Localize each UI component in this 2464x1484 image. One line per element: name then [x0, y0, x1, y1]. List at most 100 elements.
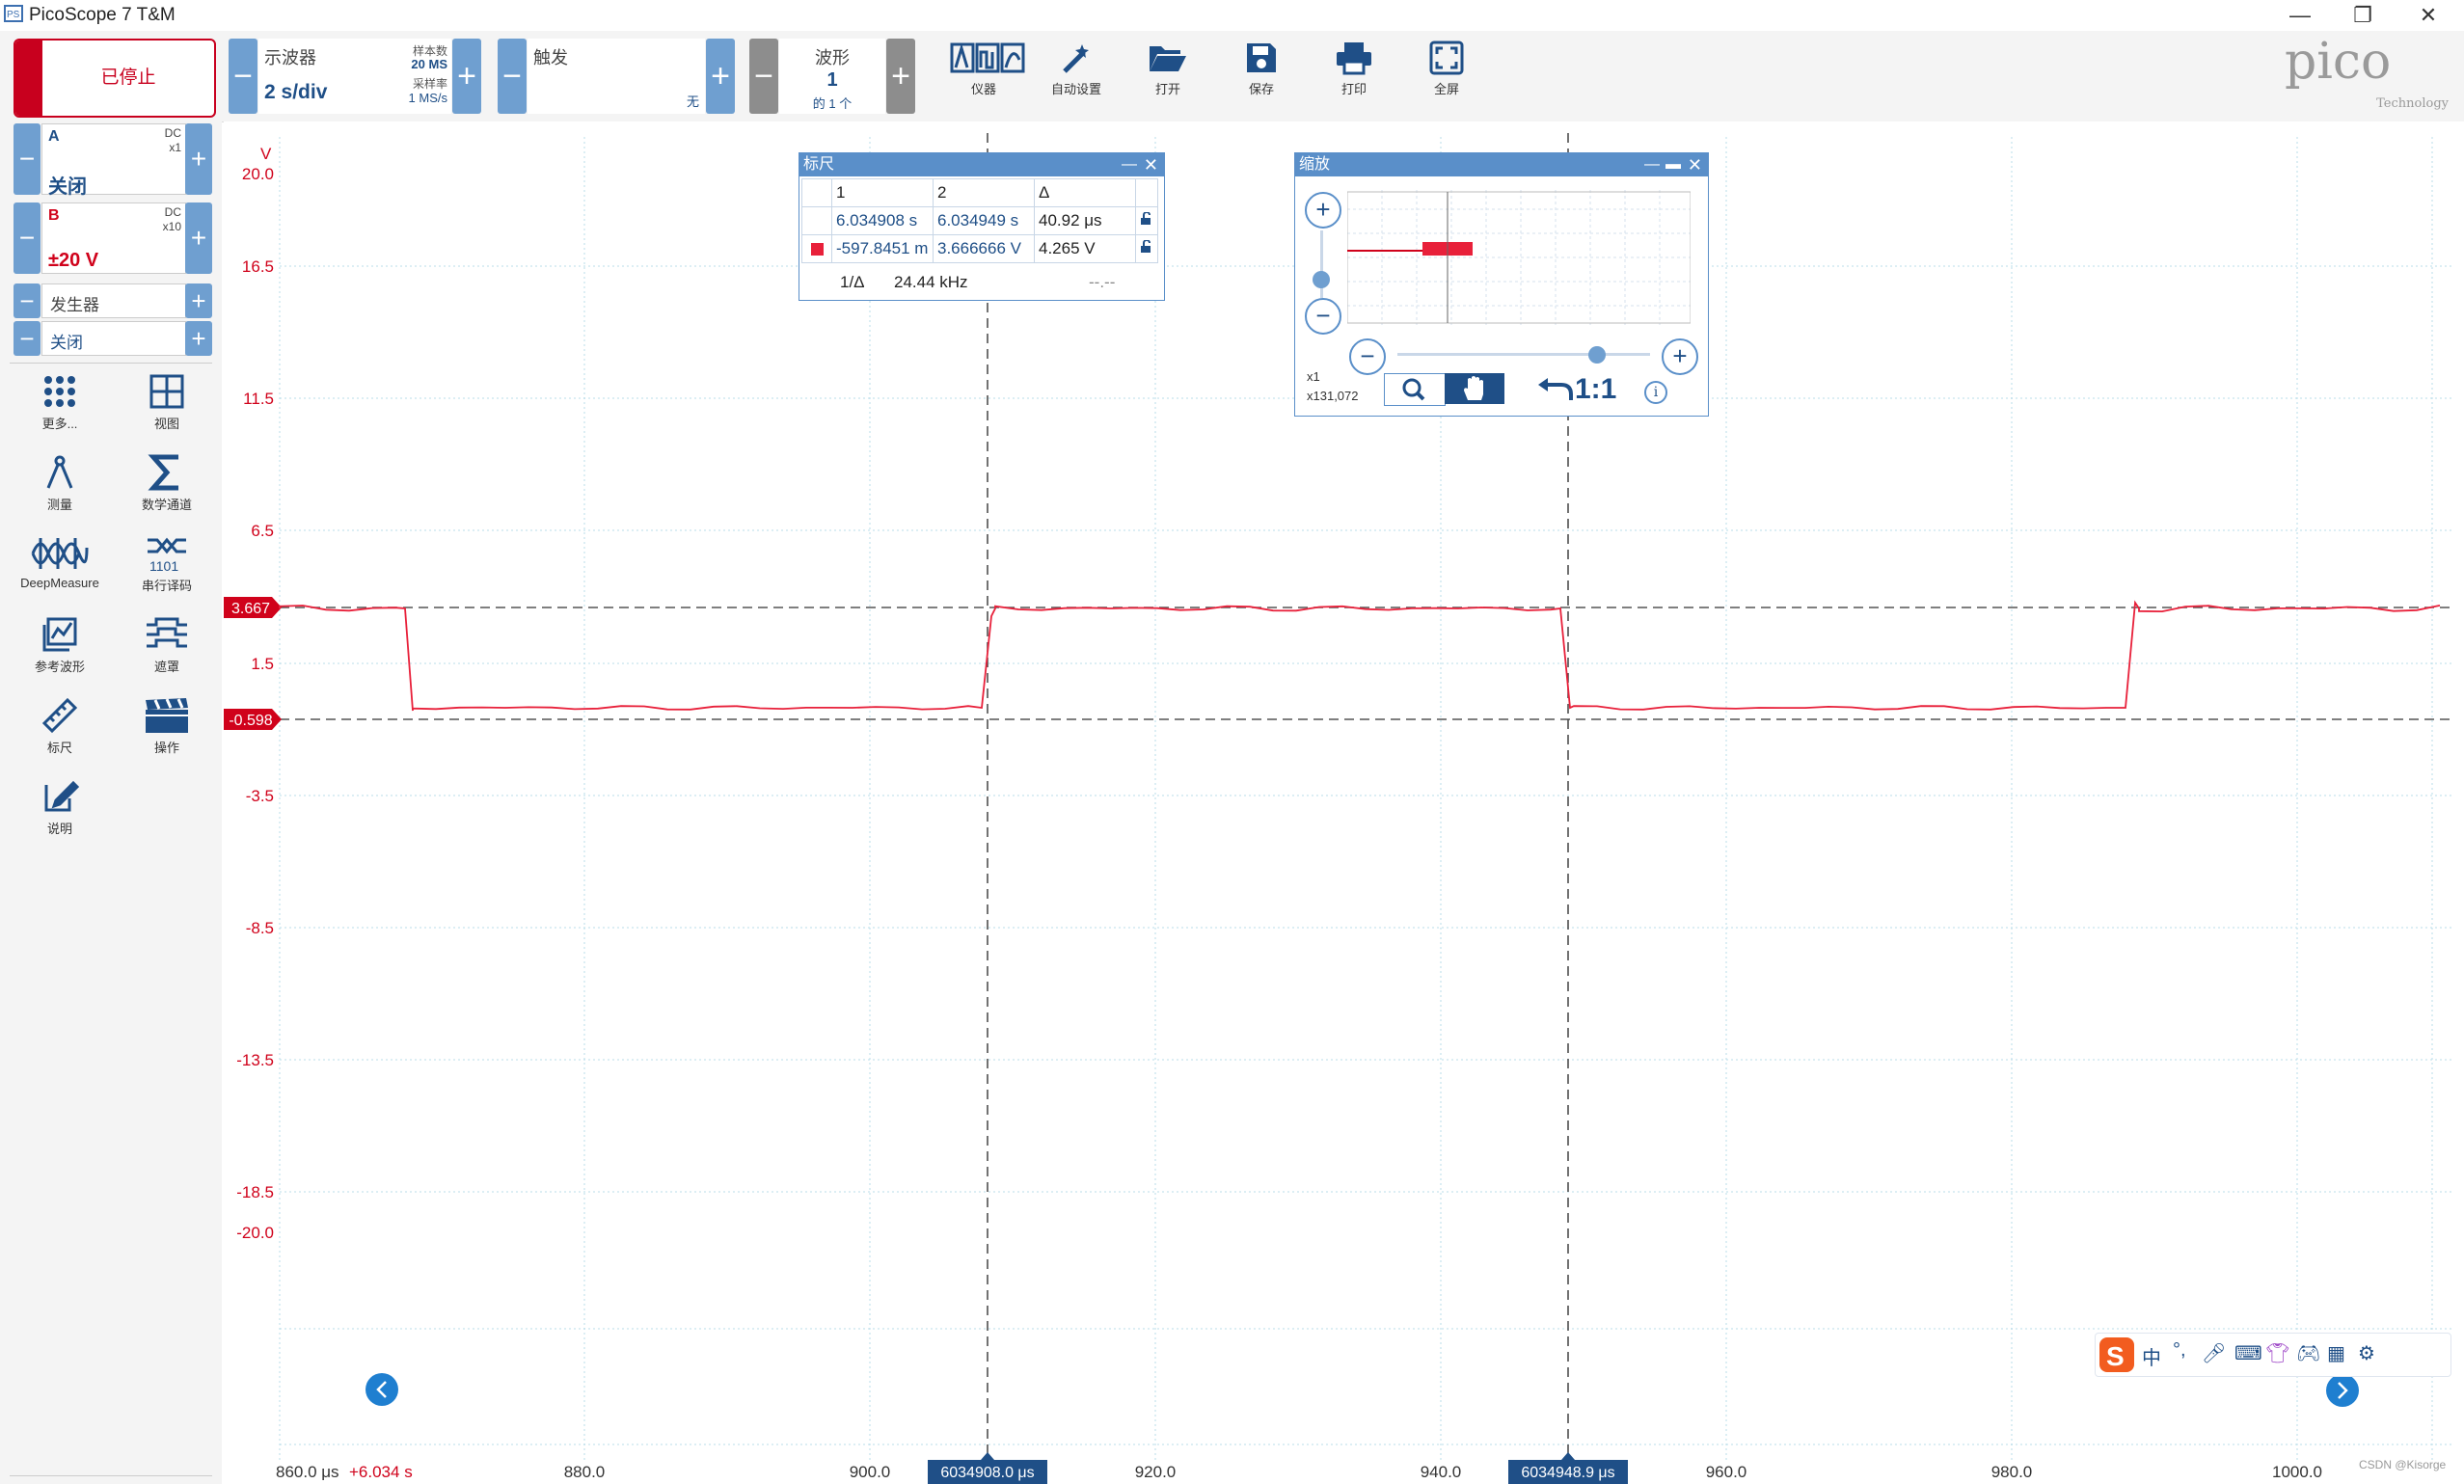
sogou-logo-icon[interactable]: S [2098, 1336, 2136, 1374]
open-button[interactable]: 打开 [1134, 40, 1202, 97]
tool-notes[interactable]: 说明 [7, 777, 113, 837]
tool-deepmeasure[interactable]: DeepMeasure [7, 534, 113, 590]
ruler-panel-close-icon[interactable]: ✕ [1144, 153, 1158, 176]
tool-serial-decode[interactable]: 1101 串行译码 [114, 534, 220, 594]
ime-microphone-icon[interactable]: 🎤︎ [2202, 1341, 2226, 1365]
tool-reference[interactable]: 参考波形 [7, 615, 113, 675]
zoom-horizontal-track[interactable] [1397, 353, 1650, 356]
generator-value-panel[interactable]: 关闭 [41, 321, 186, 356]
timebase-decrease-button[interactable]: − [229, 39, 257, 114]
ruler-lock-header [1135, 178, 1158, 207]
zoom-tool-button[interactable] [1384, 373, 1446, 406]
tool-actions[interactable]: 操作 [114, 696, 220, 756]
waveform-next-button[interactable]: + [886, 39, 915, 114]
ime-skin-icon[interactable]: 👕︎ [2265, 1341, 2289, 1365]
ime-chinese-mode-icon[interactable]: 中 [2142, 1342, 2161, 1370]
waveform-control[interactable]: 波形 1 的 1 个 [779, 39, 885, 114]
generator-decrease-button[interactable]: − [14, 283, 41, 318]
y-tick-label: -20.0 [236, 1224, 274, 1242]
zoom-overview[interactable] [1347, 190, 1691, 325]
ime-punctuation-icon[interactable]: °, [2173, 1339, 2186, 1362]
save-button[interactable]: 保存 [1228, 40, 1295, 97]
generator-value-decrease-button[interactable]: − [14, 321, 41, 356]
channel-a-decrease-button[interactable]: − [14, 123, 41, 195]
samples-value: 20 MS [411, 57, 447, 71]
generator-value: 关闭 [50, 334, 83, 352]
ruler-time-2[interactable]: 6.034949 s [933, 206, 1035, 235]
waveform-prev-button[interactable]: − [749, 39, 778, 114]
ruler-panel-titlebar[interactable]: 标尺 — ✕ [799, 153, 1164, 176]
tool-math[interactable]: 数学通道 [114, 453, 220, 513]
fullscreen-button[interactable]: 全屏 [1413, 40, 1480, 97]
channel-a-increase-button[interactable]: + [185, 123, 212, 195]
horizontal-cursor-1-label: 3.667 [231, 601, 270, 617]
zoom-panel-maximize-icon[interactable]: ▬ [1665, 153, 1681, 176]
zoom-panel-close-icon[interactable]: ✕ [1688, 153, 1702, 176]
channel-a-panel[interactable]: A DC x1 关闭 [41, 123, 186, 198]
ruler-time-1[interactable]: 6.034908 s [831, 206, 934, 235]
channel-b-range: ±20 V [48, 250, 99, 271]
ime-game-icon[interactable]: 🎮︎ [2296, 1341, 2320, 1365]
generator-label-panel[interactable]: 发生器 [41, 283, 186, 318]
restore-button[interactable]: ❐ [2339, 2, 2387, 29]
auto-setup-button[interactable]: 自动设置 [1042, 40, 1110, 97]
ime-settings-icon[interactable]: ⚙ [2358, 1341, 2375, 1365]
scroll-left-button[interactable] [366, 1373, 398, 1406]
zoom-horizontal-handle[interactable] [1588, 346, 1606, 364]
zoom-reset-button[interactable]: 1:1 [1575, 373, 1616, 406]
generator-value-increase-button[interactable]: + [185, 321, 212, 356]
zoom-panel[interactable]: 缩放 — ▬ ✕ + − − + x1 x131,072 1:1 i [1294, 152, 1709, 417]
minimize-button[interactable]: — [2276, 2, 2324, 29]
serial-decode-icon: 1101 [148, 537, 186, 573]
sidebar-divider [10, 363, 212, 364]
zoom-panel-titlebar[interactable]: 缩放 — ▬ ✕ [1295, 153, 1708, 176]
ruler-panel-minimize-icon[interactable]: — [1122, 153, 1137, 176]
ruler-volt-1[interactable]: -597.8451 m [831, 234, 934, 263]
y-tick-label: 16.5 [242, 257, 274, 276]
trigger-increase-button[interactable]: + [706, 39, 735, 114]
channel-b-increase-button[interactable]: + [185, 202, 212, 274]
ime-toolbar[interactable]: S 中 °, 🎤︎ ⌨ 👕︎ 🎮︎ ▦ ⚙ [2095, 1333, 2451, 1377]
zoom-panel-minimize-icon[interactable]: — [1644, 153, 1660, 176]
auto-setup-label: 自动设置 [1050, 82, 1101, 96]
close-button[interactable]: ✕ [2404, 2, 2452, 29]
open-folder-icon [1150, 46, 1186, 71]
zoom-horizontal-out-button[interactable]: − [1349, 338, 1386, 375]
zoom-vertical-handle[interactable] [1313, 271, 1330, 288]
ruler-volt-lock-icon[interactable] [1135, 234, 1158, 263]
tool-measure[interactable]: 测量 [7, 453, 113, 513]
zoom-vertical-out-button[interactable]: − [1305, 298, 1341, 335]
trigger-control[interactable]: 触发 无 [528, 39, 705, 114]
channel-b-panel[interactable]: B DC x10 ±20 V [41, 202, 186, 274]
ruler-time-lock-icon[interactable] [1135, 206, 1158, 235]
x-tick-label: 940.0 [1421, 1463, 1462, 1481]
reference-waveform-icon [42, 617, 77, 652]
undo-zoom-icon[interactable] [1536, 377, 1575, 404]
ruler-panel[interactable]: 标尺 — ✕ 1 2 Δ 6.034908 s 6.034949 s 40.92… [799, 152, 1165, 301]
timebase-increase-button[interactable]: + [452, 39, 481, 114]
channel-b-decrease-button[interactable]: − [14, 202, 41, 274]
channel-a-probe: x1 [169, 141, 181, 154]
zoom-vertical-in-button[interactable]: + [1305, 192, 1341, 229]
print-button[interactable]: 打印 [1320, 40, 1388, 97]
scroll-right-button[interactable] [2326, 1374, 2359, 1407]
zoom-info-icon[interactable]: i [1644, 381, 1667, 404]
tool-view[interactable]: 视图 [114, 372, 220, 432]
generator-increase-button[interactable]: + [185, 283, 212, 318]
zoom-horizontal-in-button[interactable]: + [1662, 338, 1698, 375]
ime-apps-icon[interactable]: ▦ [2327, 1341, 2345, 1365]
tool-more[interactable]: 更多... [7, 372, 113, 432]
ruler-volt-2[interactable]: 3.666666 V [933, 234, 1035, 263]
instrument-button[interactable]: 仪器 [950, 40, 1025, 97]
run-stop-button[interactable]: 已停止 [14, 39, 216, 118]
ime-keyboard-icon[interactable]: ⌨ [2234, 1341, 2262, 1365]
tool-ruler[interactable]: 标尺 [7, 696, 113, 756]
timebase-control[interactable]: 示波器 2 s/div 样本数 20 MS 采样率 1 MS/s [258, 39, 451, 114]
trigger-label: 触发 [533, 48, 568, 67]
tool-mask[interactable]: 遮罩 [114, 615, 220, 675]
pan-tool-button[interactable] [1445, 373, 1504, 404]
ruler-header-delta: Δ [1034, 178, 1136, 207]
instrument-icon [950, 42, 1025, 73]
y-tick-label: -13.5 [236, 1051, 274, 1069]
trigger-decrease-button[interactable]: − [498, 39, 527, 114]
